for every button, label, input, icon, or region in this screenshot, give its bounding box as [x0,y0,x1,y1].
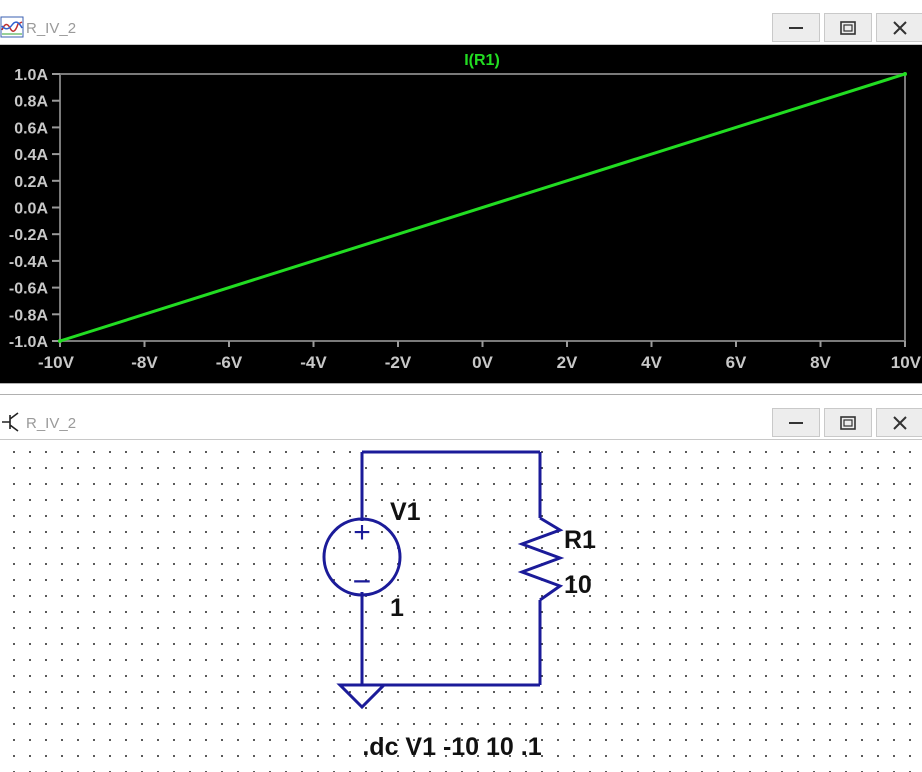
r1-name-label[interactable]: R1 [564,526,596,554]
y-tick-label: 0.4A [14,147,48,164]
y-tick-label: -0.4A [9,254,49,271]
minimize-button[interactable] [772,408,820,437]
maximize-button[interactable] [824,13,872,42]
maximize-button[interactable] [824,408,872,437]
minimize-icon [789,421,803,424]
x-tick-label: -8V [131,353,158,372]
waveform-viewer-icon [0,16,24,38]
voltage-source-v1[interactable]: + − [322,516,402,599]
ground-symbol[interactable] [336,683,388,710]
close-button[interactable] [876,408,922,437]
wires[interactable] [360,450,542,687]
y-tick-label: -0.2A [9,227,49,244]
schematic-drawing: + − V1 1 R1 10 .dc V1 -10 10 .1 [322,450,596,761]
close-icon [893,20,907,35]
series-line-i-r1[interactable] [59,72,906,343]
resistor-r1[interactable] [517,516,565,602]
minimize-icon [789,26,803,29]
x-tick-label: 2V [557,353,578,372]
schematic-transistor-icon [0,411,24,433]
y-tick-label: 0.0A [14,201,48,218]
v1-value-label[interactable]: 1 [390,594,404,622]
x-tick-label: 8V [810,353,831,372]
v1-name-label[interactable]: V1 [390,498,421,526]
v1-plus-sign: + [353,516,371,549]
waveform-plot-pane[interactable]: I(R1) 1.0A 0.8A 0.6A 0.4A 0.2A 0.0A -0.2A -0.4A… [0,45,922,383]
y-tick-label: -1.0A [9,334,49,351]
trace-label[interactable]: I(R1) [464,52,500,69]
y-tick-label: 0.2A [14,174,48,191]
minimize-button[interactable] [772,13,820,42]
x-tick-label: -4V [300,353,327,372]
y-tick-label: -0.8A [9,307,49,324]
x-tick-label: 6V [726,353,747,372]
schematic-canvas[interactable]: + − V1 1 R1 10 .dc V1 -10 10 .1 [0,440,922,772]
waveform-window-title: R_IV_2 [26,20,77,37]
x-tick-label: 4V [641,353,662,372]
maximize-icon [840,20,856,35]
series-point [58,339,62,343]
pane-splitter[interactable] [0,383,922,395]
schematic-window-title: R_IV_2 [26,415,77,432]
y-tick-label: 1.0A [14,67,48,84]
y-tick-label: 0.8A [14,94,48,111]
x-tick-label: -2V [385,353,412,372]
y-tick-label: 0.6A [14,120,48,137]
iv-chart: I(R1) 1.0A 0.8A 0.6A 0.4A 0.2A 0.0A -0.2A -0.4A… [9,52,922,372]
series-point [903,72,907,76]
x-tick-label: -6V [216,353,243,372]
x-tick-label: 10V [891,353,922,372]
spice-directive[interactable]: .dc V1 -10 10 .1 [362,733,541,761]
schematic-window-titlebar[interactable]: R_IV_2 [0,395,922,440]
x-tick-label: -10V [38,353,75,372]
close-button[interactable] [876,13,922,42]
y-tick-label: -0.6A [9,281,49,298]
waveform-window-titlebar[interactable]: R_IV_2 [0,0,922,45]
maximize-icon [840,415,856,430]
r1-value-label[interactable]: 10 [564,571,592,599]
close-icon [893,415,907,430]
v1-minus-sign: − [353,563,372,599]
x-tick-label: 0V [472,353,493,372]
